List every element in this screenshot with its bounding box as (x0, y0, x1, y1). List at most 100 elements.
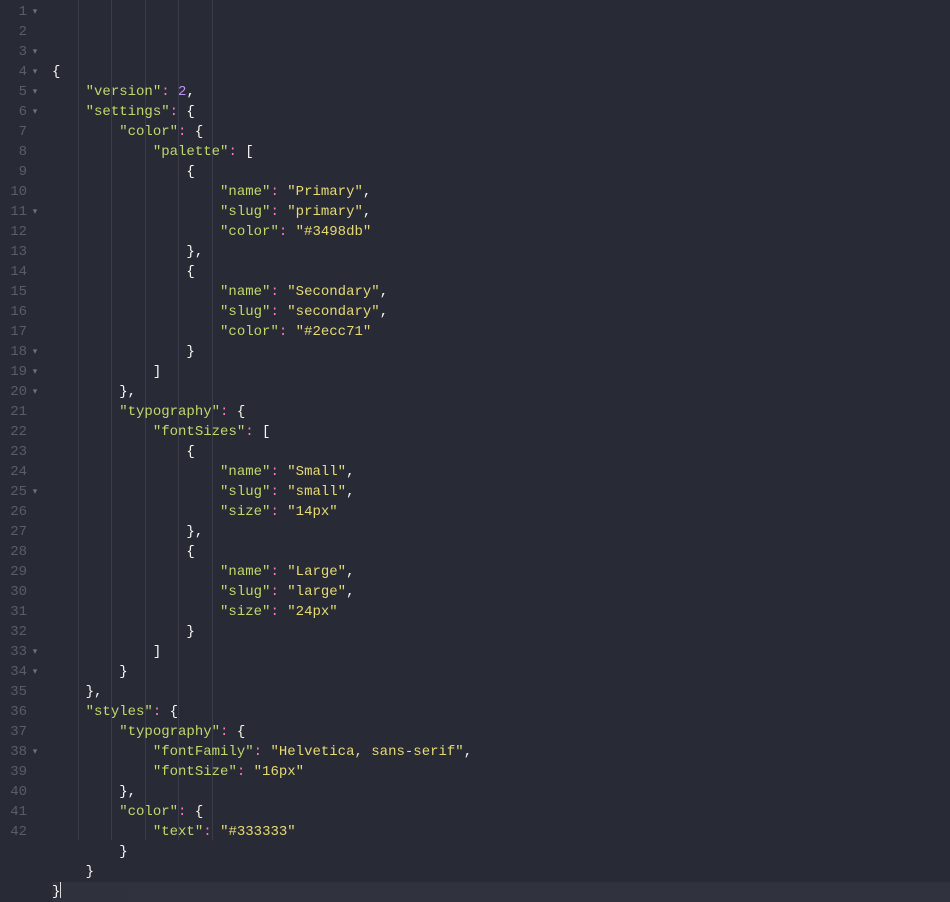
code-line[interactable]: } (52, 622, 950, 642)
code-line[interactable]: "fontSize": "16px" (52, 762, 950, 782)
fold-toggle-icon[interactable]: ▾ (30, 482, 40, 502)
code-line[interactable]: } (52, 342, 950, 362)
code-line[interactable]: "slug": "small", (52, 482, 950, 502)
gutter-line[interactable]: 19▾ (0, 362, 44, 382)
code-line[interactable]: }, (52, 522, 950, 542)
code-line[interactable]: "styles": { (52, 702, 950, 722)
code-line[interactable]: } (52, 862, 950, 882)
gutter-line[interactable]: 31 (0, 602, 44, 622)
gutter-line[interactable]: 13 (0, 242, 44, 262)
gutter-line[interactable]: 38▾ (0, 742, 44, 762)
gutter-line[interactable]: 34▾ (0, 662, 44, 682)
code-line[interactable]: ] (52, 642, 950, 662)
gutter-line[interactable]: 39 (0, 762, 44, 782)
code-line[interactable]: "color": { (52, 802, 950, 822)
code-line[interactable]: { (52, 542, 950, 562)
code-line[interactable]: "version": 2, (52, 82, 950, 102)
code-line[interactable]: { (52, 162, 950, 182)
gutter-line[interactable]: 24 (0, 462, 44, 482)
fold-toggle-icon[interactable]: ▾ (30, 42, 40, 62)
gutter-line[interactable]: 21 (0, 402, 44, 422)
gutter-line[interactable]: 20▾ (0, 382, 44, 402)
gutter-line[interactable]: 28 (0, 542, 44, 562)
gutter-line[interactable]: 11▾ (0, 202, 44, 222)
fold-toggle-icon[interactable]: ▾ (30, 62, 40, 82)
gutter-line[interactable]: 42 (0, 822, 44, 842)
gutter-line[interactable]: 22 (0, 422, 44, 442)
fold-toggle-icon[interactable]: ▾ (30, 382, 40, 402)
fold-toggle-icon[interactable]: ▾ (30, 2, 40, 22)
gutter-line[interactable]: 5▾ (0, 82, 44, 102)
code-line[interactable]: "name": "Primary", (52, 182, 950, 202)
gutter-line[interactable]: 4▾ (0, 62, 44, 82)
fold-toggle-icon[interactable]: ▾ (30, 82, 40, 102)
gutter-line[interactable]: 35 (0, 682, 44, 702)
code-line[interactable]: "slug": "large", (52, 582, 950, 602)
code-line[interactable]: "typography": { (52, 402, 950, 422)
gutter-line[interactable]: 18▾ (0, 342, 44, 362)
fold-toggle-icon[interactable]: ▾ (30, 662, 40, 682)
code-line[interactable]: ] (52, 362, 950, 382)
code-line[interactable]: "name": "Large", (52, 562, 950, 582)
code-line[interactable]: "slug": "secondary", (52, 302, 950, 322)
code-line[interactable]: "color": { (52, 122, 950, 142)
fold-toggle-icon[interactable]: ▾ (30, 362, 40, 382)
code-line[interactable]: }, (52, 382, 950, 402)
gutter-line[interactable]: 2 (0, 22, 44, 42)
gutter-line[interactable]: 37 (0, 722, 44, 742)
gutter-line[interactable]: 25▾ (0, 482, 44, 502)
code-line[interactable]: "name": "Secondary", (52, 282, 950, 302)
code-area[interactable]: { "version": 2, "settings": { "color": {… (44, 0, 950, 875)
gutter-line[interactable]: 29 (0, 562, 44, 582)
code-line[interactable]: "settings": { (52, 102, 950, 122)
code-line[interactable]: }, (52, 682, 950, 702)
code-line[interactable]: "size": "14px" (52, 502, 950, 522)
gutter-line[interactable]: 3▾ (0, 42, 44, 62)
gutter-line[interactable]: 23 (0, 442, 44, 462)
code-line[interactable]: }, (52, 782, 950, 802)
gutter-line[interactable]: 26 (0, 502, 44, 522)
gutter-line[interactable]: 30 (0, 582, 44, 602)
code-line[interactable]: "palette": [ (52, 142, 950, 162)
code-line[interactable]: "typography": { (52, 722, 950, 742)
gutter-line[interactable]: 6▾ (0, 102, 44, 122)
code-line[interactable]: "fontSizes": [ (52, 422, 950, 442)
code-line[interactable]: { (52, 262, 950, 282)
gutter-line[interactable]: 16 (0, 302, 44, 322)
code-line[interactable]: "color": "#3498db" (52, 222, 950, 242)
code-editor[interactable]: 1▾23▾4▾5▾6▾7891011▾12131415161718▾19▾20▾… (0, 0, 950, 875)
code-line[interactable]: "text": "#333333" (52, 822, 950, 842)
fold-toggle-icon[interactable]: ▾ (30, 342, 40, 362)
code-line[interactable]: { (52, 442, 950, 462)
gutter-line[interactable]: 9 (0, 162, 44, 182)
gutter-line[interactable]: 27 (0, 522, 44, 542)
fold-toggle-icon[interactable]: ▾ (30, 202, 40, 222)
gutter-line[interactable]: 32 (0, 622, 44, 642)
fold-toggle-icon[interactable]: ▾ (30, 742, 40, 762)
gutter-line[interactable]: 36 (0, 702, 44, 722)
fold-toggle-icon[interactable]: ▾ (30, 642, 40, 662)
code-line[interactable]: { (52, 62, 950, 82)
code-line[interactable]: }, (52, 242, 950, 262)
gutter-line[interactable]: 17 (0, 322, 44, 342)
code-line[interactable]: } (52, 842, 950, 862)
gutter-line[interactable]: 1▾ (0, 2, 44, 22)
gutter-line[interactable]: 15 (0, 282, 44, 302)
code-line[interactable]: "fontFamily": "Helvetica, sans-serif", (52, 742, 950, 762)
gutter-line[interactable]: 14 (0, 262, 44, 282)
code-line[interactable]: } (52, 882, 950, 902)
gutter-line[interactable]: 33▾ (0, 642, 44, 662)
gutter-line[interactable]: 7 (0, 122, 44, 142)
gutter-line[interactable]: 8 (0, 142, 44, 162)
line-number-gutter[interactable]: 1▾23▾4▾5▾6▾7891011▾12131415161718▾19▾20▾… (0, 0, 44, 875)
code-line[interactable]: "slug": "primary", (52, 202, 950, 222)
gutter-line[interactable]: 40 (0, 782, 44, 802)
gutter-line[interactable]: 41 (0, 802, 44, 822)
gutter-line[interactable]: 10 (0, 182, 44, 202)
code-line[interactable]: } (52, 662, 950, 682)
code-line[interactable]: "size": "24px" (52, 602, 950, 622)
code-line[interactable]: "name": "Small", (52, 462, 950, 482)
gutter-line[interactable]: 12 (0, 222, 44, 242)
code-line[interactable]: "color": "#2ecc71" (52, 322, 950, 342)
fold-toggle-icon[interactable]: ▾ (30, 102, 40, 122)
